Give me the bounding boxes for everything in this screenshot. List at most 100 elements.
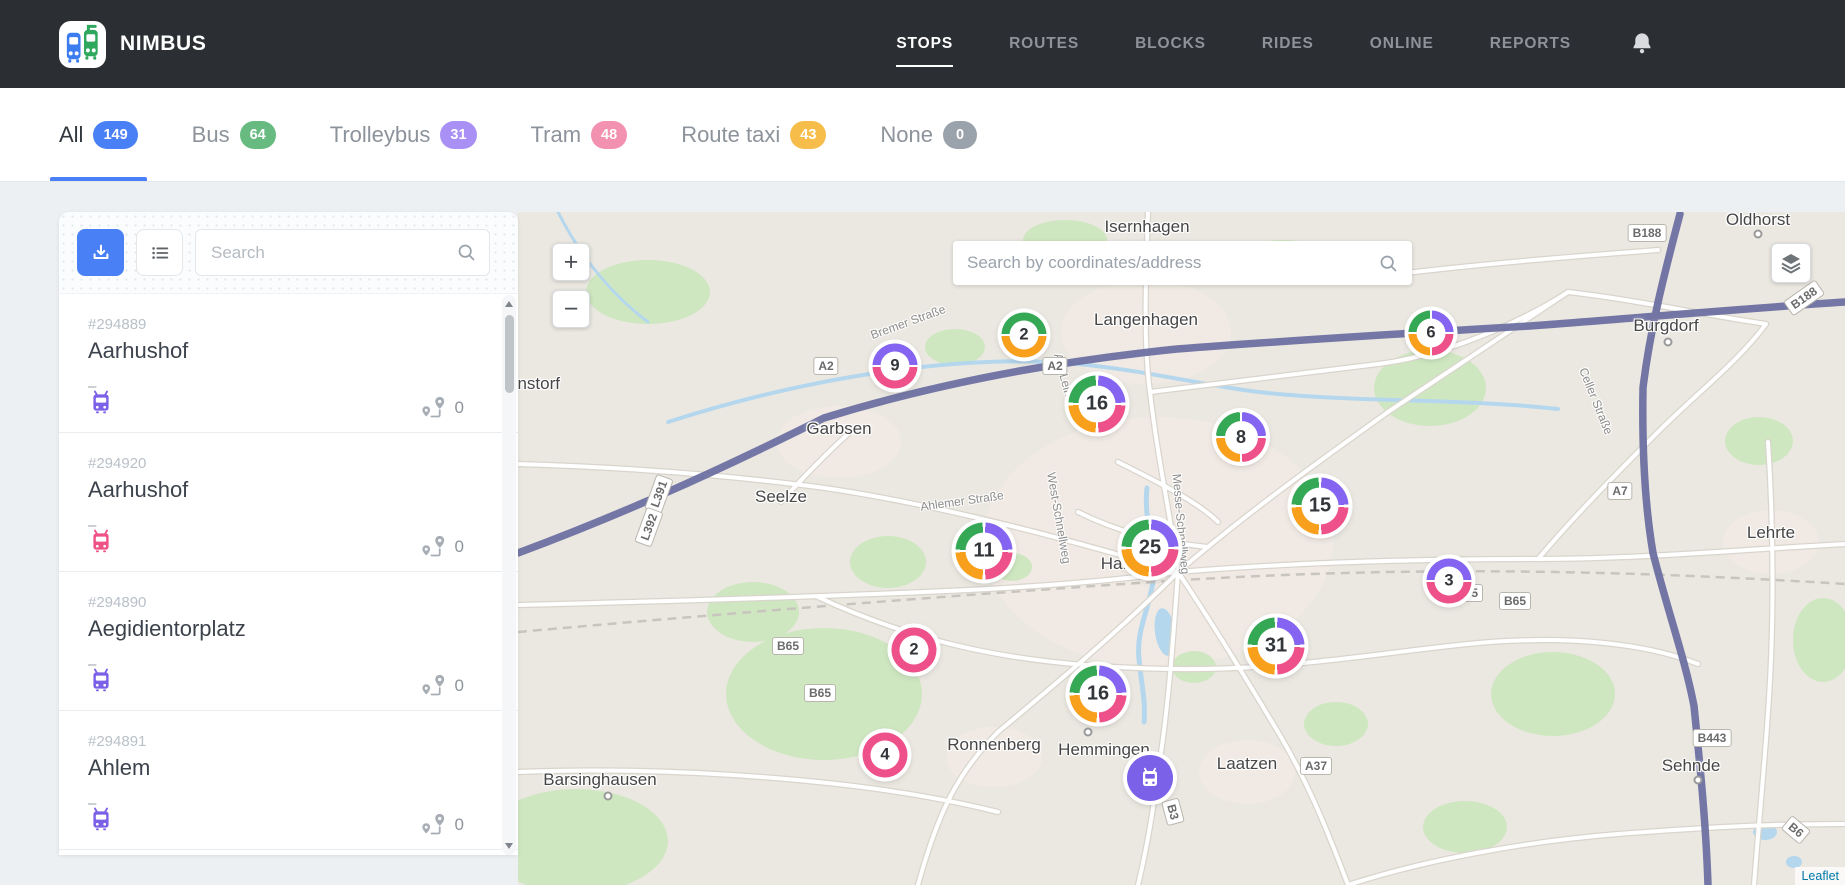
nav-stops[interactable]: STOPS bbox=[896, 29, 953, 59]
map-town-label: Garbsen bbox=[806, 419, 871, 439]
top-navbar: NIMBUS STOPS ROUTES BLOCKS RIDES ONLINE REPOR… bbox=[0, 0, 1845, 88]
tram-icon bbox=[88, 528, 114, 559]
map-town-label: Isernhagen bbox=[1104, 217, 1189, 237]
tab-route-taxi[interactable]: Route taxi43 bbox=[681, 88, 826, 181]
active-tab-underline bbox=[50, 177, 147, 181]
routes-count: 0 bbox=[455, 676, 464, 696]
list-item[interactable]: #294920Aarhushof– 0 bbox=[59, 433, 518, 572]
cluster-count: 4 bbox=[871, 741, 900, 770]
map-town-label: Lehrte bbox=[1747, 523, 1795, 543]
cluster-marker[interactable]: 8 bbox=[1216, 412, 1266, 462]
map-overlay: IsernhagenOldhorstBurgdorfLangenhagenGar… bbox=[518, 212, 1845, 885]
cluster-marker[interactable]: 25 bbox=[1122, 520, 1179, 577]
vehicle-stop-marker[interactable] bbox=[1127, 755, 1173, 801]
cluster-marker[interactable]: 6 bbox=[1409, 311, 1454, 356]
cluster-marker[interactable]: 9 bbox=[873, 344, 918, 389]
route-pins-icon bbox=[420, 673, 447, 698]
list-view-button[interactable] bbox=[136, 229, 183, 276]
list-scrollbar[interactable] bbox=[502, 295, 516, 855]
layers-icon bbox=[1779, 251, 1803, 275]
road-badge: A37 bbox=[1300, 757, 1332, 775]
stop-name: Ahlem bbox=[88, 755, 464, 781]
list-item[interactable]: #294921 bbox=[59, 850, 518, 855]
app-logo-icon bbox=[59, 21, 106, 68]
routes-counter: 0 bbox=[420, 812, 464, 837]
nav-online[interactable]: ONLINE bbox=[1370, 29, 1434, 59]
routes-counter: 0 bbox=[420, 534, 464, 559]
stop-name: Aegidientorplatz bbox=[88, 616, 464, 642]
cluster-count: 16 bbox=[1079, 386, 1116, 423]
list-item[interactable]: #294891Ahlem– 0 bbox=[59, 711, 518, 850]
stop-name: Aarhushof bbox=[88, 338, 464, 364]
map[interactable]: IsernhagenOldhorstBurgdorfLangenhagenGar… bbox=[518, 212, 1845, 885]
tab-label: All bbox=[59, 122, 83, 148]
vehicle-icon bbox=[88, 667, 114, 693]
cluster-marker[interactable]: 16 bbox=[1070, 666, 1127, 723]
download-icon bbox=[90, 242, 112, 264]
routes-count: 0 bbox=[455, 398, 464, 418]
town-dot bbox=[1754, 230, 1763, 239]
cluster-marker[interactable]: 2 bbox=[892, 628, 937, 673]
scroll-down-button[interactable] bbox=[502, 837, 516, 855]
map-town-label: Barsinghausen bbox=[543, 770, 656, 790]
map-town-label: Burgdorf bbox=[1633, 316, 1698, 336]
tab-trolleybus[interactable]: Trolleybus31 bbox=[330, 88, 477, 181]
tab-label: Trolleybus bbox=[330, 122, 431, 148]
tab-count-badge: 43 bbox=[790, 121, 826, 149]
tab-none[interactable]: None0 bbox=[880, 88, 977, 181]
road-badge: B3 bbox=[1161, 797, 1185, 826]
zoom-in-button[interactable]: + bbox=[552, 243, 590, 281]
tab-count-badge: 149 bbox=[93, 121, 137, 149]
stop-id: #294891 bbox=[88, 733, 464, 750]
nav-rides[interactable]: RIDES bbox=[1262, 29, 1314, 59]
road-badge: B65 bbox=[1499, 592, 1531, 610]
cluster-marker[interactable]: 31 bbox=[1248, 618, 1305, 675]
nav-reports[interactable]: REPORTS bbox=[1490, 29, 1571, 59]
tab-label: Tram bbox=[531, 122, 582, 148]
cluster-count: 2 bbox=[1010, 321, 1039, 350]
route-pins-icon bbox=[420, 812, 447, 837]
zoom-out-button[interactable]: − bbox=[552, 290, 590, 328]
road-badge: B6 bbox=[1781, 815, 1812, 845]
nav-blocks[interactable]: BLOCKS bbox=[1135, 29, 1206, 59]
map-search bbox=[953, 241, 1412, 285]
search-icon bbox=[1378, 253, 1399, 274]
export-button[interactable] bbox=[77, 229, 124, 276]
map-attribution[interactable]: Leaflet bbox=[1795, 867, 1845, 885]
list-item[interactable]: #294889Aarhushof– 0 bbox=[59, 294, 518, 433]
trolleybus-icon bbox=[88, 389, 114, 420]
nav-routes[interactable]: ROUTES bbox=[1009, 29, 1079, 59]
cluster-count: 11 bbox=[966, 533, 1003, 570]
cluster-marker[interactable]: 11 bbox=[956, 523, 1013, 580]
list-item[interactable]: #294890Aegidientorplatz– 0 bbox=[59, 572, 518, 711]
brand[interactable]: NIMBUS bbox=[59, 21, 206, 68]
notifications-bell-icon[interactable] bbox=[1629, 30, 1655, 58]
cluster-marker[interactable]: 3 bbox=[1427, 559, 1472, 604]
cluster-marker[interactable]: 15 bbox=[1292, 478, 1349, 535]
stops-search-input[interactable] bbox=[195, 229, 490, 276]
road-badge: B65 bbox=[772, 637, 804, 655]
cluster-marker[interactable]: 16 bbox=[1069, 376, 1126, 433]
tab-all[interactable]: All 149 bbox=[59, 88, 138, 181]
scroll-up-button[interactable] bbox=[502, 295, 516, 313]
trolleybus-icon bbox=[88, 667, 114, 698]
layers-button[interactable] bbox=[1771, 243, 1811, 283]
stops-toolbar bbox=[59, 212, 518, 294]
scrollbar-thumb[interactable] bbox=[505, 315, 514, 393]
tab-tram[interactable]: Tram48 bbox=[531, 88, 628, 181]
route-pins-icon bbox=[420, 534, 447, 559]
filter-tabs: All 149 Bus64 Trolleybus31 Tram48 Route taxi4… bbox=[0, 88, 1845, 182]
cluster-marker[interactable]: 4 bbox=[863, 733, 908, 778]
cluster-marker[interactable]: 2 bbox=[1002, 313, 1047, 358]
map-street-label: Ahlemer Straße bbox=[919, 488, 1004, 514]
routes-counter: 0 bbox=[420, 673, 464, 698]
map-town-label: unstorf bbox=[518, 374, 560, 394]
map-zoom-control: + − bbox=[552, 243, 590, 337]
map-search-input[interactable] bbox=[953, 241, 1412, 285]
tab-bus[interactable]: Bus64 bbox=[192, 88, 276, 181]
cluster-count: 6 bbox=[1417, 319, 1446, 348]
town-dot bbox=[1694, 776, 1703, 785]
map-town-label: Langenhagen bbox=[1094, 310, 1198, 330]
map-street-label: West-Schnellweg bbox=[1044, 471, 1074, 565]
road-badge: B443 bbox=[1693, 729, 1732, 747]
